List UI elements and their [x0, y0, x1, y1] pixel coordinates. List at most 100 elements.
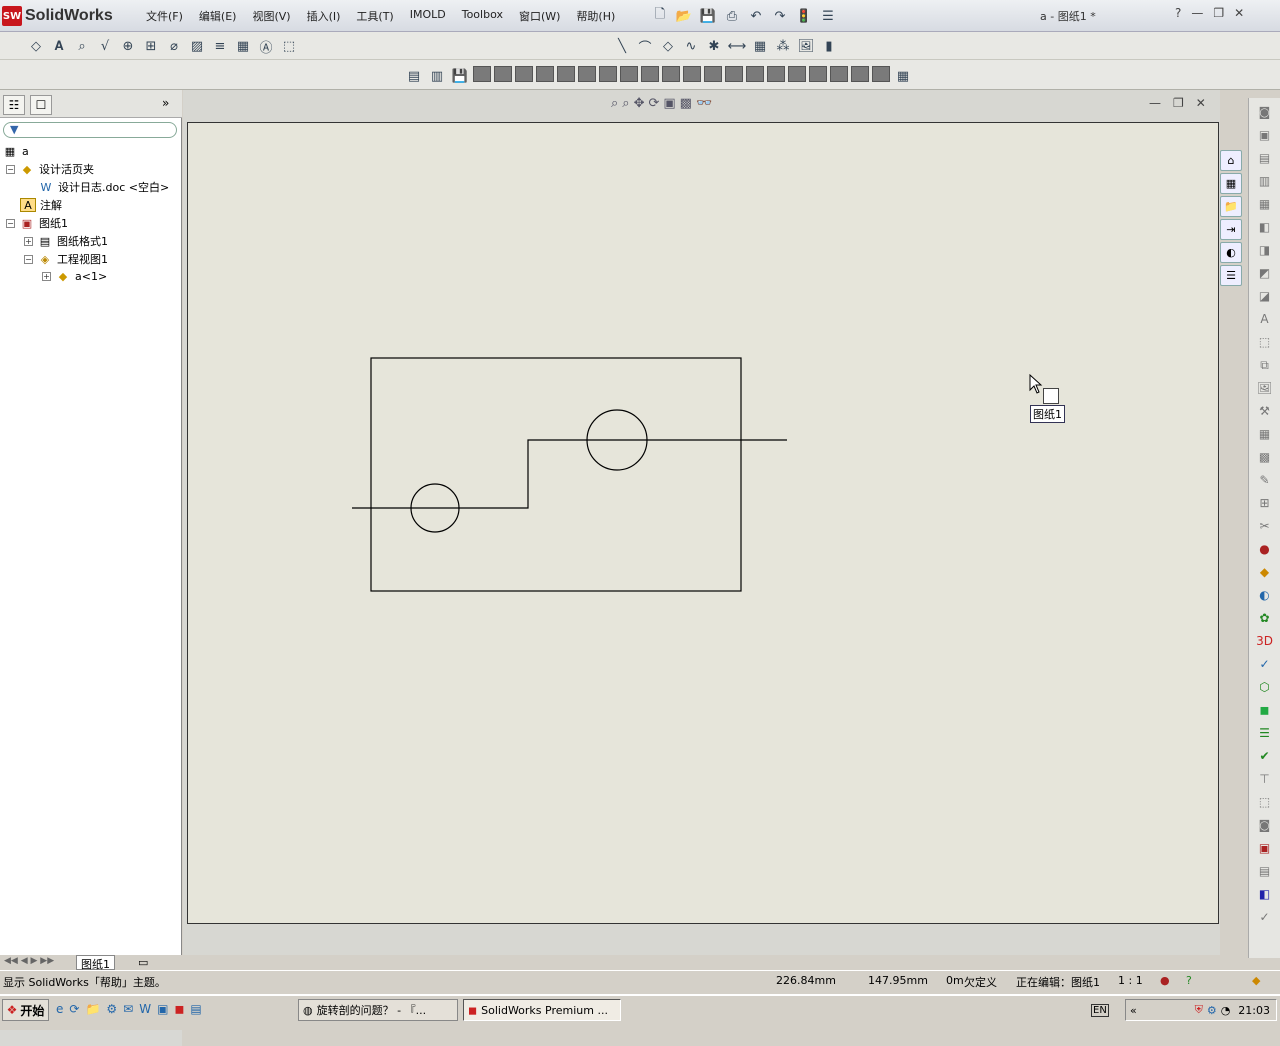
stats-icon[interactable]: ▮ [819, 36, 839, 56]
scan-icon[interactable]: ✔ [1256, 747, 1274, 765]
spline-icon[interactable]: ∿ [681, 36, 701, 56]
open-folder-icon[interactable]: 📂 [674, 6, 694, 26]
projected-view-icon[interactable]: ▤ [1256, 149, 1274, 167]
alternate-position-icon[interactable]: ⧉ [1256, 356, 1274, 374]
lock-icon[interactable]: ◆ [1256, 563, 1274, 581]
projected-view-icon[interactable]: ▤ [1256, 862, 1274, 880]
status-scale[interactable]: 1 : 1 [1118, 974, 1143, 987]
doc-minimize-button[interactable]: — [1149, 96, 1161, 110]
drawing-view-active-icon[interactable]: ▣ [1256, 839, 1274, 857]
line-weight-icon[interactable]: ≡ [210, 36, 230, 56]
options-icon[interactable]: ☰ [818, 6, 838, 26]
expand-toggle-icon[interactable]: + [24, 236, 33, 246]
mirror-icon[interactable]: ⟷ [727, 36, 747, 56]
app-icon[interactable]: ▣ [157, 1002, 168, 1016]
menu-help[interactable]: 帮助(H) [568, 8, 623, 24]
display-style-icon[interactable]: ▩ [680, 96, 692, 111]
3d-icon[interactable]: 3D [1256, 632, 1274, 650]
view-orientation-icon[interactable]: ▣ [663, 96, 675, 111]
word-icon[interactable]: W [139, 1002, 151, 1016]
sheet-tab[interactable]: 图纸1 [76, 955, 115, 971]
camera-icon[interactable]: ◙ [1256, 816, 1274, 834]
note-icon[interactable]: 𝐀 [49, 36, 69, 56]
file-explorer-icon[interactable]: 📁 [1220, 196, 1242, 217]
minimize-button[interactable]: — [1191, 6, 1203, 20]
redo-icon[interactable]: ↷ [770, 6, 790, 26]
routing-icon[interactable]: ⬡ [1256, 678, 1274, 696]
auxiliary-view-icon[interactable]: ◧ [1256, 218, 1274, 236]
save-icon[interactable]: 💾 [698, 6, 718, 26]
view-palette-icon[interactable]: ⇥ [1220, 219, 1242, 240]
drawing-view-geometry[interactable] [188, 123, 1218, 923]
insert-picture-icon[interactable]: 🖼 [1256, 379, 1274, 397]
menu-imold[interactable]: IMOLD [402, 8, 454, 24]
mail-icon[interactable]: ✉ [123, 1002, 133, 1016]
surface-finish-icon[interactable]: ⌀ [164, 36, 184, 56]
measure-icon[interactable]: ⊞ [1256, 494, 1274, 512]
leaf-icon[interactable]: ✿ [1256, 609, 1274, 627]
tree-item-sheet1[interactable]: − ▣ 图纸1 [6, 215, 68, 231]
line-icon[interactable]: ╲ [612, 36, 632, 56]
menu-window[interactable]: 窗口(W) [511, 8, 568, 24]
pattern-icon[interactable]: ⁂ [773, 36, 793, 56]
refresh-icon[interactable]: ⟳ [69, 1002, 79, 1016]
tray-shield-icon[interactable]: ⛨ [1195, 1003, 1203, 1017]
tray-expand-icon[interactable]: « [1126, 1004, 1137, 1017]
task-solidworks[interactable]: ◼ SolidWorks Premium ... [463, 999, 621, 1021]
camera-icon[interactable]: ◙ [1256, 103, 1274, 121]
task-browser[interactable]: ◍ 旋转剖的问题？ - 『... [298, 999, 458, 1021]
undo-icon[interactable]: ↶ [746, 6, 766, 26]
solidworks-logo[interactable]: SW SolidWorks [2, 3, 126, 29]
polygon-icon[interactable]: ◇ [658, 36, 678, 56]
tree-item-annotations[interactable]: A 注解 [20, 197, 62, 213]
ico-icon[interactable]: ▤ [190, 1002, 201, 1016]
tree-item-part[interactable]: + ◆ a<1> [42, 269, 107, 283]
layer-icon[interactable]: ▤ [404, 66, 424, 86]
clock[interactable]: 21:03 [1238, 1004, 1270, 1017]
property-manager-tab-icon[interactable]: ☐ [30, 95, 52, 115]
resources-icon[interactable]: ▦ [1220, 173, 1242, 194]
network-icon[interactable]: ⚙ [106, 1002, 117, 1016]
menu-tools[interactable]: 工具(T) [348, 8, 401, 24]
datum-icon[interactable]: ⊞ [141, 36, 161, 56]
expand-toggle-icon[interactable]: + [42, 271, 51, 281]
tools-icon[interactable]: ✂ [1256, 517, 1274, 535]
crop-view-icon[interactable]: ⬚ [1256, 333, 1274, 351]
save-sheet-icon[interactable]: 💾 [450, 66, 470, 86]
doc-restore-button[interactable]: ❐ [1173, 96, 1184, 110]
hide-show-icon[interactable]: 👓 [696, 96, 712, 111]
revision-icon[interactable]: ✎ [1256, 471, 1274, 489]
help-status-icon[interactable]: ? [1186, 974, 1192, 987]
layers-icon[interactable]: ◧ [1256, 885, 1274, 903]
menu-toolbox[interactable]: Toolbox [454, 8, 511, 24]
dimxpert-icon[interactable]: ⊤ [1256, 770, 1274, 788]
model-view-icon[interactable]: ▦ [1256, 195, 1274, 213]
collapse-toggle-icon[interactable]: − [6, 164, 15, 174]
rebuild-icon[interactable]: 🚦 [794, 6, 814, 26]
pan-icon[interactable]: ✥ [634, 96, 645, 111]
collapse-toggle-icon[interactable]: − [6, 218, 15, 228]
checkmark-icon[interactable]: ✓ [1256, 908, 1274, 926]
grid-icon[interactable]: ▦ [750, 36, 770, 56]
appearances-icon[interactable]: ◐ [1220, 242, 1242, 263]
drawing-sheet[interactable] [187, 122, 1219, 924]
doc-close-button[interactable]: ✕ [1196, 96, 1206, 110]
point-icon[interactable]: ✱ [704, 36, 724, 56]
properties-icon[interactable]: ▥ [427, 66, 447, 86]
arc-icon[interactable]: ⌒ [635, 36, 655, 56]
feature-tree-tab-icon[interactable]: ☷ [3, 95, 25, 115]
tree-filter-input[interactable]: ▼ [3, 122, 177, 138]
custom-properties-icon[interactable]: ☰ [1220, 265, 1242, 286]
block-icon[interactable]: ⬚ [279, 36, 299, 56]
table-icon[interactable]: ▦ [233, 36, 253, 56]
smart-dimension-icon[interactable]: ◇ [26, 36, 46, 56]
menu-view[interactable]: 视图(V) [244, 8, 298, 24]
section-view-icon[interactable]: ◨ [1256, 241, 1274, 259]
expand-panel-icon[interactable]: » [162, 96, 169, 110]
design-checker-icon[interactable]: ✓ [1256, 655, 1274, 673]
weld-icon[interactable]: ⚒ [1256, 402, 1274, 420]
ie-icon[interactable]: e [56, 1002, 63, 1016]
standard-3-view-icon[interactable]: ▥ [1256, 172, 1274, 190]
drawing-view-icon[interactable]: ▣ [1256, 126, 1274, 144]
folder-icon[interactable]: 📁 [85, 1002, 100, 1016]
